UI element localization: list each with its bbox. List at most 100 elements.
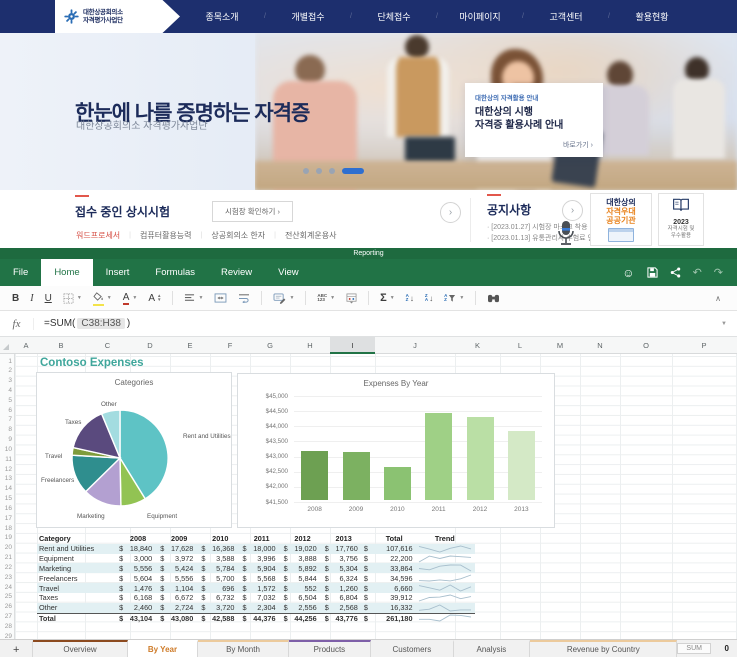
select-all-corner[interactable] (3, 344, 9, 350)
bar-chart[interactable]: Expenses By Year $45,000$44,500$44,000$4… (237, 373, 555, 528)
row-header-11[interactable]: 11 (0, 456, 12, 463)
row-header-5[interactable]: 5 (0, 397, 12, 404)
comment-edit-icon[interactable]: ▼ (273, 293, 294, 304)
sort-desc-icon[interactable]: ZA↓ (425, 294, 433, 303)
row-header-6[interactable]: 6 (0, 407, 12, 414)
formula-bar-expand-icon[interactable]: ▼ (721, 321, 727, 327)
table-row[interactable]: Freelancers$5,604$5,556$5,700$5,568$5,84… (37, 573, 475, 583)
number-format-icon[interactable]: ABC123▼ (317, 294, 335, 303)
row-header-21[interactable]: 21 (0, 554, 12, 561)
bar-2011[interactable] (425, 413, 452, 500)
ribbon-tab-home[interactable]: Home (41, 259, 92, 286)
add-sheet-button[interactable]: + (0, 640, 33, 657)
row-header-4[interactable]: 4 (0, 387, 12, 394)
spreadsheet-grid[interactable]: 1234567891011121314151617181920212223242… (0, 354, 737, 639)
bold-icon[interactable]: B (12, 293, 19, 304)
sheet-tab-by-month[interactable]: By Month (198, 640, 288, 657)
hero-promo-card[interactable]: 대한상의 자격활용 안내 대한상의 시행 자격증 활용사례 안내 바로가기 › (465, 83, 603, 157)
status-sum-value[interactable]: 0 (715, 644, 729, 653)
column-header-A[interactable]: A (15, 337, 37, 354)
autosum-icon[interactable]: Σ▼ (380, 292, 395, 304)
ribbon-tab-formulas[interactable]: Formulas (142, 259, 208, 286)
column-header-J[interactable]: J (375, 337, 455, 354)
undo-icon[interactable]: ↶ (693, 266, 702, 279)
row-header-19[interactable]: 19 (0, 534, 12, 541)
column-header-B[interactable]: B (37, 337, 85, 354)
row-header-14[interactable]: 14 (0, 485, 12, 492)
nav-item-5[interactable]: 활용현황 (616, 10, 688, 23)
column-header-P[interactable]: P (672, 337, 736, 354)
column-header-M[interactable]: M (540, 337, 580, 354)
carousel-dot-active[interactable] (342, 168, 364, 174)
nav-item-3[interactable]: 마이페이지 (444, 10, 516, 23)
find-icon[interactable] (487, 293, 500, 304)
row-header-16[interactable]: 16 (0, 505, 12, 512)
column-header-G[interactable]: G (250, 337, 290, 354)
sheet-tab-overview[interactable]: Overview (33, 640, 127, 657)
row-header-7[interactable]: 7 (0, 416, 12, 423)
smiley-icon[interactable]: ☺ (622, 266, 634, 280)
font-size-icon[interactable]: A▲▼ (148, 293, 161, 304)
row-header-2[interactable]: 2 (0, 367, 12, 374)
column-header-L[interactable]: L (500, 337, 540, 354)
row-header-26[interactable]: 26 (0, 603, 12, 610)
share-icon[interactable] (670, 267, 681, 278)
carousel-dot[interactable] (329, 168, 335, 174)
bar-2008[interactable] (301, 451, 328, 500)
align-icon[interactable]: ▼ (184, 293, 203, 303)
table-row[interactable]: Equipment$3,000$3,972$3,588$3,996$3,888$… (37, 554, 475, 564)
row-header-18[interactable]: 18 (0, 525, 12, 532)
row-header-24[interactable]: 24 (0, 584, 12, 591)
italic-icon[interactable]: I (30, 293, 33, 304)
sheet-tab-by-year[interactable]: By Year (128, 640, 199, 657)
fill-color-icon[interactable]: ▼ (93, 292, 112, 304)
quick-next-arrow-button[interactable]: › (440, 202, 461, 223)
carousel-dot[interactable] (303, 168, 309, 174)
table-row[interactable]: Other$2,460$2,724$3,720$2,304$2,556$2,56… (37, 603, 475, 613)
row-header-8[interactable]: 8 (0, 426, 12, 433)
korea-logo[interactable]: 대한상공회의소 자격평가사업단 (55, 0, 180, 33)
column-header-E[interactable]: E (170, 337, 210, 354)
row-header-15[interactable]: 15 (0, 495, 12, 502)
ribbon-tab-insert[interactable]: Insert (93, 259, 143, 286)
column-header-N[interactable]: N (580, 337, 620, 354)
nav-item-4[interactable]: 고객센터 (530, 10, 602, 23)
ribbon-tab-view[interactable]: View (265, 259, 311, 286)
table-total-row[interactable]: Total$43,104$43,080$42,588$44,376$44,256… (37, 613, 475, 623)
promo-go-link[interactable]: 바로가기 › (563, 140, 593, 150)
merge-cells-icon[interactable] (214, 293, 227, 303)
redo-icon[interactable]: ↷ (714, 266, 723, 279)
row-header-13[interactable]: 13 (0, 475, 12, 482)
row-header-27[interactable]: 27 (0, 613, 12, 620)
column-header-I[interactable]: I (330, 337, 375, 354)
exam-link-1[interactable]: 컴퓨터활용능력 (140, 230, 192, 241)
row-header-28[interactable]: 28 (0, 623, 12, 630)
sort-asc-icon[interactable]: AZ↓ (406, 294, 414, 303)
nav-item-1[interactable]: 개별접수 (272, 10, 344, 23)
row-header-9[interactable]: 9 (0, 436, 12, 443)
fx-icon[interactable]: fx (0, 318, 34, 330)
font-color-icon[interactable]: A▼ (123, 293, 138, 303)
row-header-3[interactable]: 3 (0, 377, 12, 384)
table-row[interactable]: Travel$1,476$1,104$696$1,572$552$1,260$6… (37, 583, 475, 593)
table-row[interactable]: Taxes$6,168$6,672$6,732$7,032$6,504$6,80… (37, 593, 475, 603)
row-header-25[interactable]: 25 (0, 593, 12, 600)
check-exam-site-button[interactable]: 시험장 확인하기 › (212, 201, 293, 222)
bar-2012[interactable] (467, 417, 494, 501)
row-header-12[interactable]: 12 (0, 466, 12, 473)
collapse-toolbar-icon[interactable]: ∧ (715, 294, 721, 303)
bar-2009[interactable] (343, 452, 370, 500)
column-header-C[interactable]: C (85, 337, 130, 354)
formula-input[interactable]: =SUM( C38:H38 ) (34, 318, 130, 329)
table-row[interactable]: Marketing$5,556$5,424$5,784$5,904$5,892$… (37, 563, 475, 573)
row-header-1[interactable]: 1 (0, 358, 12, 365)
row-header-20[interactable]: 20 (0, 544, 12, 551)
borders-icon[interactable]: ▼ (63, 293, 82, 304)
carousel-dot[interactable] (316, 168, 322, 174)
bar-2010[interactable] (384, 467, 411, 500)
ribbon-tab-review[interactable]: Review (208, 259, 265, 286)
row-header-17[interactable]: 17 (0, 515, 12, 522)
column-header-O[interactable]: O (620, 337, 672, 354)
format-grid-icon[interactable] (346, 293, 357, 304)
underline-icon[interactable]: U (45, 293, 52, 304)
